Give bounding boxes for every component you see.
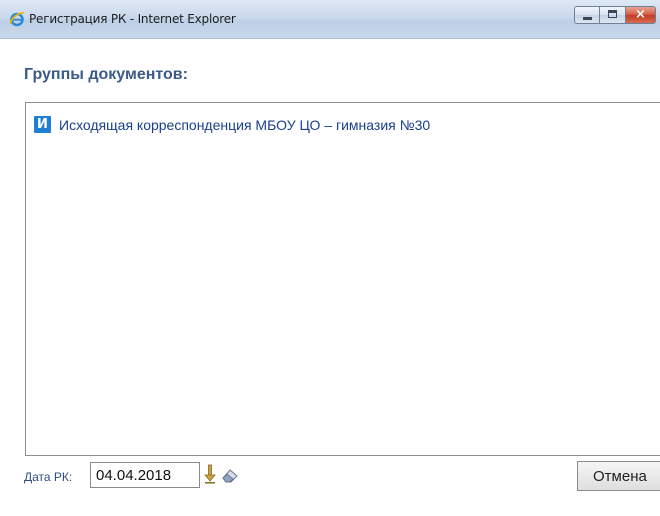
date-input[interactable]	[90, 462, 200, 488]
date-label: Дата РК:	[24, 470, 73, 484]
document-group-list[interactable]: И Исходящая корреспонденция МБОУ ЦО – ги…	[25, 102, 660, 456]
window-titlebar[interactable]: Регистрация РК - Internet Explorer ×	[0, 0, 660, 39]
minimize-icon	[583, 17, 592, 20]
close-button[interactable]: ×	[626, 6, 656, 24]
cancel-button[interactable]: Отмена	[577, 461, 660, 491]
list-item-outgoing-correspondence[interactable]: И Исходящая корреспонденция МБОУ ЦО – ги…	[34, 116, 430, 133]
window-controls: ×	[574, 6, 656, 26]
section-heading: Группы документов:	[24, 66, 188, 83]
minimize-button[interactable]	[574, 6, 600, 24]
internet-explorer-icon	[9, 12, 25, 27]
maximize-button[interactable]	[600, 6, 626, 24]
maximize-icon	[608, 10, 617, 18]
document-type-icon: И	[34, 116, 51, 133]
window-title: Регистрация РК - Internet Explorer	[29, 12, 236, 26]
close-icon: ×	[635, 7, 646, 22]
list-item-label[interactable]: Исходящая корреспонденция МБОУ ЦО – гимн…	[59, 117, 430, 133]
eraser-icon[interactable]	[220, 466, 240, 484]
down-arrow-icon[interactable]	[203, 464, 217, 484]
